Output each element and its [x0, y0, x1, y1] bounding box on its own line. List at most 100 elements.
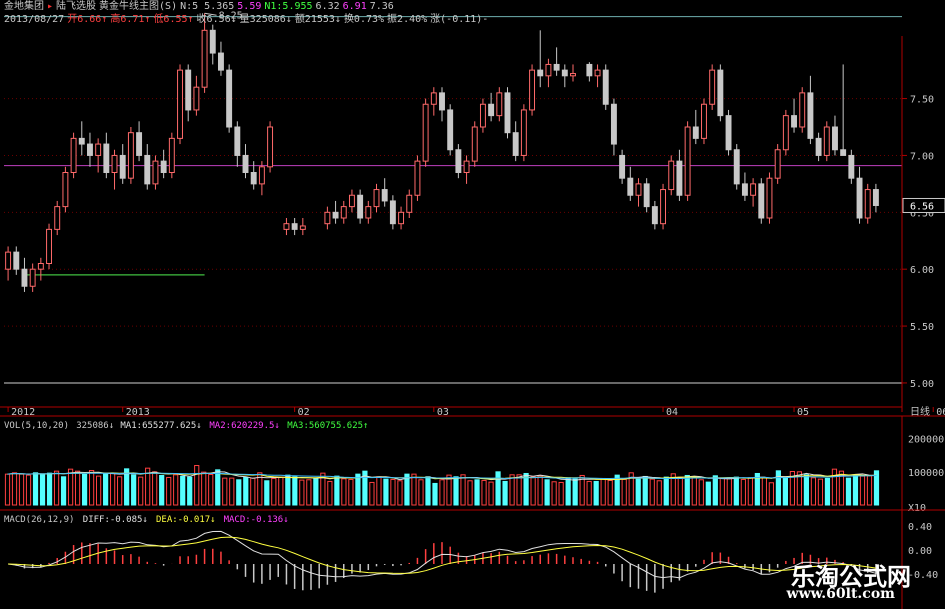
candle-body: [250, 172, 257, 185]
candle-body: [594, 69, 601, 77]
candle-body: [823, 126, 830, 156]
candle-body: [864, 189, 871, 219]
price-tick-label: 6.00: [910, 265, 934, 276]
candle-body: [201, 29, 208, 88]
volume-bar: [866, 475, 873, 506]
volume-bar: [138, 476, 144, 506]
volume-bar: [852, 474, 859, 506]
candle-body: [430, 92, 437, 105]
volume-bar: [481, 479, 487, 506]
candle-body: [750, 183, 757, 196]
candle-body: [512, 132, 519, 156]
volume-tick-label: 200000: [908, 435, 944, 446]
volume-bar: [32, 472, 39, 506]
candle-body: [856, 177, 863, 219]
candle-body: [291, 223, 298, 230]
volume-bar: [845, 477, 852, 506]
line2-segment: 换0.73%: [343, 14, 385, 25]
volume-bar: [81, 473, 88, 506]
candle-body: [381, 189, 388, 202]
line2-segment: 额21553↓: [294, 14, 341, 25]
volume-bar: [348, 478, 354, 506]
volume-legend-item: VOL(5,10,20): [4, 421, 69, 431]
candle-body: [21, 268, 28, 287]
volume-bar: [691, 476, 697, 506]
candle-body: [340, 206, 347, 219]
candle-body: [701, 103, 707, 139]
line1-segment: 5.59: [237, 1, 262, 12]
volume-bar: [572, 478, 578, 506]
volume-bar: [824, 477, 831, 506]
macd-tick-label: 0.00: [908, 546, 932, 557]
candle-body: [136, 132, 143, 156]
volume-bar: [236, 479, 242, 506]
candle-body: [635, 183, 642, 196]
volume-bar: [390, 478, 396, 506]
candle-body: [872, 189, 879, 206]
candle-body: [185, 69, 192, 111]
volume-bar: [432, 482, 438, 506]
volume-bar: [656, 480, 662, 506]
line1-segment: 金地集团: [4, 1, 44, 12]
candle-body: [799, 92, 806, 128]
candle-body: [520, 109, 527, 156]
volume-bar: [369, 481, 375, 506]
candle-body: [234, 126, 241, 156]
volume-bar: [334, 475, 340, 506]
candle-body: [160, 160, 167, 173]
candle-body: [389, 200, 396, 225]
volume-bar: [607, 479, 613, 506]
volume-bar: [376, 476, 382, 506]
candle-body: [119, 154, 126, 179]
candle-body: [5, 251, 12, 270]
line2-segment: 开6.66↑: [67, 14, 108, 25]
candle-body: [479, 103, 486, 128]
candle-body: [152, 160, 159, 185]
candle-body: [840, 149, 847, 156]
volume-legend-item: MA2:620229.5↓: [209, 421, 279, 431]
volume-bar: [250, 477, 256, 506]
volume-bar: [726, 477, 732, 506]
line2-segment: 2013/08/27: [4, 14, 65, 25]
candle-body: [709, 69, 716, 105]
volume-bar: [747, 477, 753, 506]
candle-body: [758, 183, 765, 219]
volume-bar: [201, 471, 207, 506]
candle-body: [561, 69, 568, 77]
volume-legend-item: MA3:560755.625↑: [287, 421, 368, 431]
candle-body: [733, 149, 740, 185]
volume-bar: [103, 473, 109, 506]
candle-body: [103, 143, 110, 173]
volume-bar: [775, 470, 781, 506]
volume-bar: [768, 482, 774, 506]
candle-body: [299, 225, 306, 230]
price-tick-label: 7.50: [910, 95, 934, 106]
volume-bar: [817, 478, 824, 506]
macd-legend-item: DIFF:-0.085↓: [83, 515, 148, 525]
volume-bar: [46, 472, 53, 506]
candle-body: [332, 211, 339, 219]
volume-bar: [313, 478, 319, 506]
volume-bar: [159, 474, 165, 506]
volume-bar: [96, 475, 102, 506]
candle-body: [774, 149, 781, 179]
volume-bar: [243, 476, 249, 506]
volume-bar: [18, 473, 25, 506]
candle-body: [365, 206, 372, 219]
candle-body: [807, 92, 814, 139]
candle-body: [848, 154, 855, 179]
volume-bar: [166, 476, 172, 506]
candle-body: [496, 92, 503, 117]
macd-diff-line: [8, 530, 877, 579]
candle-body: [504, 92, 511, 134]
candle-body: [619, 154, 626, 179]
volume-bar: [397, 480, 403, 506]
volume-bar: [88, 469, 95, 506]
volume-bar: [831, 468, 838, 506]
candle-body: [488, 103, 495, 117]
volume-legend-item: 325086↓: [76, 421, 114, 431]
price-tick-label: 5.50: [910, 322, 934, 333]
volume-bar: [425, 476, 431, 506]
candle-body: [782, 115, 789, 151]
macd-tick-label: 0.40: [908, 522, 932, 533]
